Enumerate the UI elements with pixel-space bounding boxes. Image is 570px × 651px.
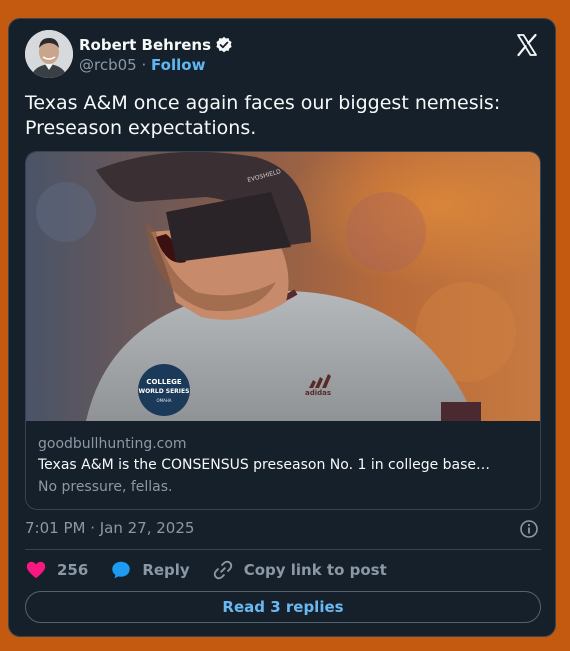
copy-link-button[interactable]: Copy link to post xyxy=(212,559,387,581)
avatar-image xyxy=(25,30,73,78)
author-name[interactable]: Robert Behrens xyxy=(79,36,211,54)
read-replies-button[interactable]: Read 3 replies xyxy=(25,591,541,623)
info-icon[interactable] xyxy=(519,519,539,539)
like-count: 256 xyxy=(57,561,89,579)
x-logo-icon[interactable] xyxy=(515,33,539,57)
jersey-brand-text: adidas xyxy=(305,389,331,397)
link-preview-card[interactable]: EVOSHIELD COLLEGE WORLD SERIES OMAHA adi… xyxy=(25,151,541,510)
heart-icon xyxy=(26,561,46,579)
article-photo: EVOSHIELD COLLEGE WORLD SERIES OMAHA adi… xyxy=(26,152,540,421)
link-icon xyxy=(213,560,232,580)
tweet-text: Texas A&M once again faces our biggest n… xyxy=(25,92,501,139)
tweet-timestamp[interactable]: 7:01 PM · Jan 27, 2025 xyxy=(25,519,194,537)
tweet-card: Robert Behrens @rcb05 · Follow Texas A&M… xyxy=(8,18,556,637)
handle-separator: · xyxy=(141,56,147,74)
link-description: No pressure, fellas. xyxy=(38,479,173,495)
patch-text-world-series: WORLD SERIES xyxy=(139,388,190,395)
verified-badge-icon xyxy=(216,36,232,53)
like-button[interactable]: 256 xyxy=(25,559,88,581)
author-handle[interactable]: @rcb05 xyxy=(79,56,137,74)
reply-bubble-icon xyxy=(112,561,131,579)
action-bar: 256 Reply Copy link to post xyxy=(25,559,409,581)
divider xyxy=(25,549,541,550)
reply-button[interactable]: Reply xyxy=(110,559,190,581)
avatar[interactable] xyxy=(25,30,73,78)
patch-text-omaha: OMAHA xyxy=(156,398,171,403)
copy-link-label: Copy link to post xyxy=(243,561,387,579)
reply-label: Reply xyxy=(142,561,190,579)
link-domain: goodbullhunting.com xyxy=(38,436,187,452)
link-title: Texas A&M is the CONSENSUS preseason No.… xyxy=(38,457,491,473)
follow-button[interactable]: Follow xyxy=(151,56,205,74)
patch-text-college: COLLEGE xyxy=(146,378,182,386)
